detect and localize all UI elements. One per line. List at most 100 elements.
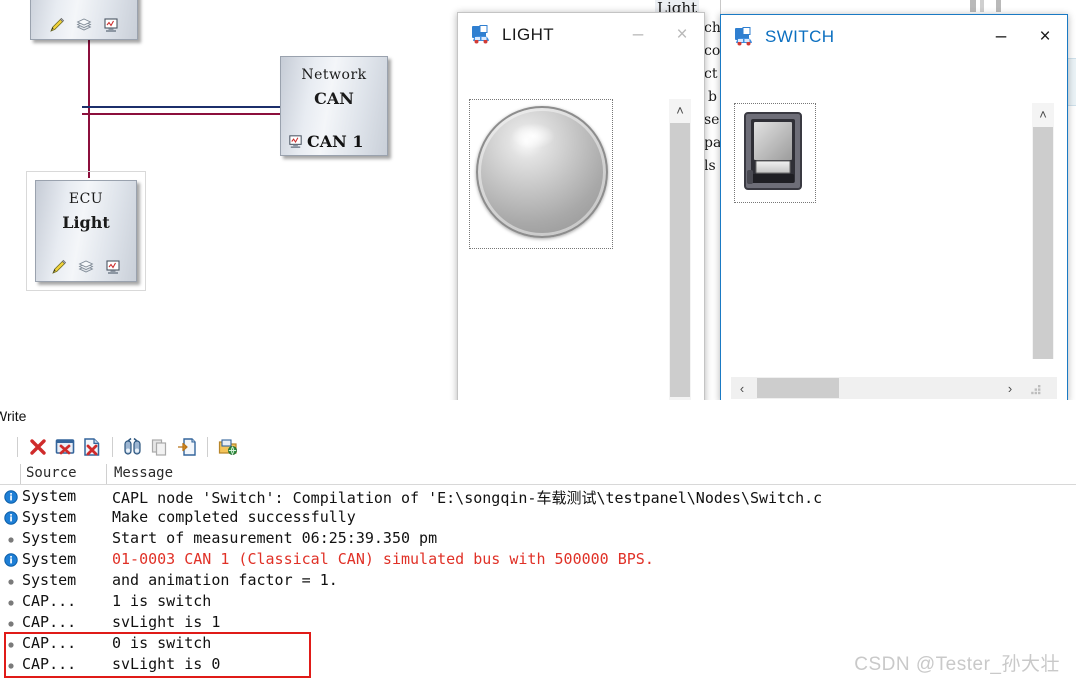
background-text-fragment: ch [704,20,721,36]
background-scroll-mark [970,0,976,12]
node-name-label: Light [62,213,110,232]
rocker-switch[interactable] [741,110,809,201]
log-rows-container[interactable]: System CAPL node 'Switch': Compilation of… [0,486,1076,675]
monitor-icon[interactable] [104,258,122,276]
switch-panel-title: SWITCH [765,27,835,46]
node-icon-row [31,16,137,34]
log-row[interactable]: CAP... 1 is switch [0,591,1076,612]
layers-icon[interactable] [75,16,93,34]
vscroll-thumb[interactable] [1033,127,1053,359]
log-source-cell: System [22,529,77,547]
lamp-control-frame[interactable] [469,99,613,249]
log-source-cell: System [22,487,77,505]
log-row[interactable]: System CAPL node 'Switch': Compilation of… [0,486,1076,507]
light-panel-vscrollbar[interactable]: ˄ ˅ [669,99,691,443]
info-icon [4,511,18,525]
log-row[interactable]: System Make completed successfully [0,507,1076,528]
bullet-icon [4,595,18,609]
light-panel-window[interactable]: LIGHT ‒ × ˄ ˅ ‹ › [457,12,705,446]
node-type-label: ECU [68,191,104,207]
log-source-cell: System [22,571,77,589]
switch-panel-titlebar[interactable]: SWITCH ‒ × [721,15,1067,59]
copy-icon[interactable] [148,435,172,459]
switch-panel-window[interactable]: SWITCH ‒ × ˄ ‹ › [720,14,1068,402]
light-panel-body[interactable]: ˄ ˅ [458,57,702,443]
write-toolbar[interactable] [0,432,1076,462]
light-panel-title: LIGHT [502,25,555,44]
toolbar-separator [112,437,113,457]
log-row[interactable]: System and animation factor = 1. [0,570,1076,591]
bullet-icon [4,616,18,630]
log-message-cell: and animation factor = 1. [112,571,338,589]
layers-icon[interactable] [77,258,95,276]
find-icon[interactable] [121,435,145,459]
switch-panel-hscrollbar[interactable]: ‹ › [731,377,1057,399]
log-row[interactable]: CAP... svLight is 1 [0,612,1076,633]
clear-all-icon[interactable] [26,435,50,459]
vector-panel-icon [733,26,755,48]
background-text-fragment: ls [704,158,716,174]
toolbar-separator [207,437,208,457]
log-source-cell: CAP... [22,592,77,610]
pencil-icon[interactable] [50,258,68,276]
light-panel-window-buttons: ‒ × [616,13,704,57]
switch-panel-body[interactable]: ˄ ˅ [721,59,1065,359]
switch-panel-window-buttons: ‒ × [979,15,1067,59]
simulation-node-ecu-light[interactable]: ECU Light [35,180,137,282]
pencil-icon[interactable] [48,16,66,34]
background-scroll-mark [980,0,984,12]
minimize-button[interactable]: ‒ [616,13,660,57]
log-source-cell: System [22,550,77,568]
switch-panel-vscrollbar[interactable]: ˄ ˅ [1032,103,1054,359]
background-text-fragment: se [704,112,720,128]
clear-file-icon[interactable] [80,435,104,459]
hscroll-thumb[interactable] [757,378,839,398]
scroll-right-button[interactable]: › [999,377,1021,399]
log-message-cell: CAPL node 'Switch': Compilation of 'E:\s… [112,489,823,507]
bullet-icon [4,658,18,672]
resize-grip-icon[interactable] [1031,383,1043,401]
write-window[interactable]: Write Source Message System CAPL node 'S… [0,400,1076,690]
switch-control-frame[interactable] [734,103,816,203]
log-row[interactable]: System 01-0003 CAN 1 (Classical CAN) simu… [0,549,1076,570]
node-bus-label: CAN 1 [307,132,364,151]
minimize-button[interactable]: ‒ [979,15,1023,59]
info-icon [4,490,18,504]
connection-wire-blue [82,106,284,108]
node-bus-row: CAN 1 [287,132,363,151]
log-source-cell: CAP... [22,613,77,631]
scroll-up-button[interactable]: ˄ [669,99,691,121]
toolbar-separator [17,437,18,457]
log-column-header-source: Source [26,465,77,481]
log-message-cell: 01-0003 CAN 1 (Classical CAN) simulated … [112,550,654,568]
log-message-cell: svLight is 1 [112,613,221,631]
log-message-cell: Make completed successfully [112,508,356,526]
scroll-up-button[interactable]: ˄ [1032,103,1054,125]
log-column-header-message: Message [114,465,174,481]
log-row[interactable]: System Start of measurement 06:25:39.350 … [0,528,1076,549]
monitor-icon[interactable] [102,16,120,34]
scroll-left-button[interactable]: ‹ [731,377,753,399]
simulation-node-network-can[interactable]: Network CAN CAN 1 [280,56,388,156]
log-source-cell: CAP... [22,634,77,652]
light-panel-titlebar[interactable]: LIGHT ‒ × [458,13,704,57]
close-button[interactable]: × [660,13,704,57]
write-window-title: Write [0,408,27,424]
vscroll-thumb[interactable] [670,123,690,397]
bullet-icon [4,532,18,546]
simulation-node-top[interactable] [30,0,138,40]
log-message-cell: Start of measurement 06:25:39.350 pm [112,529,438,547]
node-name-label: CAN [314,89,354,108]
export-icon[interactable] [175,435,199,459]
lamp-indicator[interactable] [476,106,608,238]
bullet-icon [4,574,18,588]
close-button[interactable]: × [1023,15,1067,59]
clear-window-icon[interactable] [53,435,77,459]
watermark-text: CSDN @Tester_孙大壮 [854,654,1060,675]
open-folder-icon[interactable] [216,435,240,459]
connection-wire-vertical [88,38,90,178]
background-text-fragment: ct [704,66,718,82]
monitor-icon[interactable] [287,133,305,151]
background-text-fragment: pa [704,135,722,151]
log-message-cell: svLight is 0 [112,655,221,673]
